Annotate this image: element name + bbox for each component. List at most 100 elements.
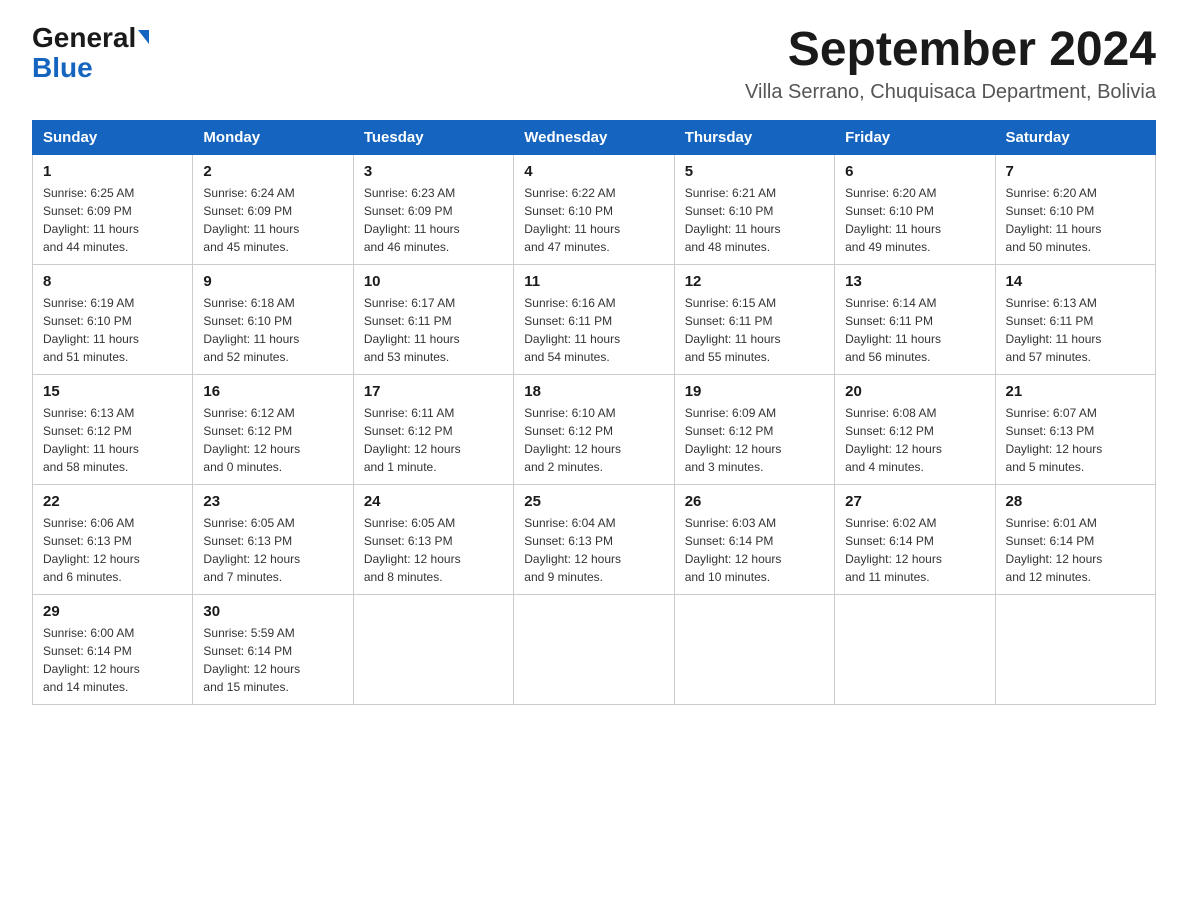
day-number: 14 xyxy=(1006,273,1145,290)
calendar-day-cell: 13 Sunrise: 6:14 AMSunset: 6:11 PMDayligh… xyxy=(835,264,995,374)
day-number: 8 xyxy=(43,273,182,290)
day-info: Sunrise: 6:08 AMSunset: 6:12 PMDaylight:… xyxy=(845,404,984,476)
day-info: Sunrise: 6:10 AMSunset: 6:12 PMDaylight:… xyxy=(524,404,663,476)
day-number: 4 xyxy=(524,163,663,180)
day-number: 10 xyxy=(364,273,503,290)
day-info: Sunrise: 6:13 AMSunset: 6:11 PMDaylight:… xyxy=(1006,294,1145,366)
calendar-week-row: 29 Sunrise: 6:00 AMSunset: 6:14 PMDayligh… xyxy=(33,594,1156,704)
day-number: 26 xyxy=(685,493,824,510)
calendar-day-cell: 5 Sunrise: 6:21 AMSunset: 6:10 PMDaylight… xyxy=(674,154,834,264)
day-info: Sunrise: 6:05 AMSunset: 6:13 PMDaylight:… xyxy=(203,514,342,586)
day-info: Sunrise: 6:22 AMSunset: 6:10 PMDaylight:… xyxy=(524,184,663,256)
calendar-header-row: Sunday Monday Tuesday Wednesday Thursday… xyxy=(33,120,1156,154)
calendar-day-cell: 4 Sunrise: 6:22 AMSunset: 6:10 PMDaylight… xyxy=(514,154,674,264)
day-info: Sunrise: 6:05 AMSunset: 6:13 PMDaylight:… xyxy=(364,514,503,586)
col-monday: Monday xyxy=(193,120,353,154)
calendar-day-cell xyxy=(674,594,834,704)
day-info: Sunrise: 6:01 AMSunset: 6:14 PMDaylight:… xyxy=(1006,514,1145,586)
calendar-day-cell: 11 Sunrise: 6:16 AMSunset: 6:11 PMDayligh… xyxy=(514,264,674,374)
day-info: Sunrise: 6:14 AMSunset: 6:11 PMDaylight:… xyxy=(845,294,984,366)
calendar-day-cell: 29 Sunrise: 6:00 AMSunset: 6:14 PMDayligh… xyxy=(33,594,193,704)
calendar-week-row: 1 Sunrise: 6:25 AMSunset: 6:09 PMDaylight… xyxy=(33,154,1156,264)
day-number: 1 xyxy=(43,163,182,180)
day-info: Sunrise: 6:11 AMSunset: 6:12 PMDaylight:… xyxy=(364,404,503,476)
calendar-week-row: 8 Sunrise: 6:19 AMSunset: 6:10 PMDaylight… xyxy=(33,264,1156,374)
day-number: 11 xyxy=(524,273,663,290)
day-number: 15 xyxy=(43,383,182,400)
calendar-week-row: 15 Sunrise: 6:13 AMSunset: 6:12 PMDayligh… xyxy=(33,374,1156,484)
calendar-table: Sunday Monday Tuesday Wednesday Thursday… xyxy=(32,120,1156,705)
calendar-day-cell: 23 Sunrise: 6:05 AMSunset: 6:13 PMDayligh… xyxy=(193,484,353,594)
logo-arrow-icon xyxy=(138,30,149,44)
logo-blue: Blue xyxy=(32,52,93,84)
calendar-day-cell xyxy=(995,594,1155,704)
col-sunday: Sunday xyxy=(33,120,193,154)
calendar-day-cell: 15 Sunrise: 6:13 AMSunset: 6:12 PMDayligh… xyxy=(33,374,193,484)
day-number: 18 xyxy=(524,383,663,400)
month-title: September 2024 xyxy=(745,24,1156,77)
logo: General Blue xyxy=(32,24,149,84)
day-number: 9 xyxy=(203,273,342,290)
day-number: 21 xyxy=(1006,383,1145,400)
day-info: Sunrise: 6:00 AMSunset: 6:14 PMDaylight:… xyxy=(43,624,182,696)
logo-general: General xyxy=(32,24,136,52)
day-info: Sunrise: 6:06 AMSunset: 6:13 PMDaylight:… xyxy=(43,514,182,586)
day-info: Sunrise: 6:12 AMSunset: 6:12 PMDaylight:… xyxy=(203,404,342,476)
day-info: Sunrise: 6:09 AMSunset: 6:12 PMDaylight:… xyxy=(685,404,824,476)
location-title: Villa Serrano, Chuquisaca Department, Bo… xyxy=(745,81,1156,104)
day-number: 23 xyxy=(203,493,342,510)
day-number: 12 xyxy=(685,273,824,290)
calendar-day-cell: 16 Sunrise: 6:12 AMSunset: 6:12 PMDayligh… xyxy=(193,374,353,484)
day-number: 19 xyxy=(685,383,824,400)
day-number: 29 xyxy=(43,603,182,620)
day-number: 22 xyxy=(43,493,182,510)
calendar-day-cell: 28Sunrise: 6:01 AMSunset: 6:14 PMDayligh… xyxy=(995,484,1155,594)
day-info: Sunrise: 6:02 AMSunset: 6:14 PMDaylight:… xyxy=(845,514,984,586)
calendar-day-cell: 9 Sunrise: 6:18 AMSunset: 6:10 PMDaylight… xyxy=(193,264,353,374)
calendar-day-cell: 22 Sunrise: 6:06 AMSunset: 6:13 PMDayligh… xyxy=(33,484,193,594)
calendar-day-cell: 24Sunrise: 6:05 AMSunset: 6:13 PMDayligh… xyxy=(353,484,513,594)
day-number: 20 xyxy=(845,383,984,400)
calendar-day-cell: 27 Sunrise: 6:02 AMSunset: 6:14 PMDayligh… xyxy=(835,484,995,594)
calendar-day-cell: 8 Sunrise: 6:19 AMSunset: 6:10 PMDaylight… xyxy=(33,264,193,374)
calendar-day-cell: 10 Sunrise: 6:17 AMSunset: 6:11 PMDayligh… xyxy=(353,264,513,374)
day-number: 5 xyxy=(685,163,824,180)
calendar-day-cell: 21 Sunrise: 6:07 AMSunset: 6:13 PMDayligh… xyxy=(995,374,1155,484)
day-number: 16 xyxy=(203,383,342,400)
day-number: 27 xyxy=(845,493,984,510)
day-info: Sunrise: 6:03 AMSunset: 6:14 PMDaylight:… xyxy=(685,514,824,586)
calendar-day-cell: 17 Sunrise: 6:11 AMSunset: 6:12 PMDayligh… xyxy=(353,374,513,484)
col-wednesday: Wednesday xyxy=(514,120,674,154)
calendar-day-cell: 2Sunrise: 6:24 AMSunset: 6:09 PMDaylight… xyxy=(193,154,353,264)
day-info: Sunrise: 6:21 AMSunset: 6:10 PMDaylight:… xyxy=(685,184,824,256)
calendar-day-cell: 6Sunrise: 6:20 AMSunset: 6:10 PMDaylight… xyxy=(835,154,995,264)
day-info: Sunrise: 6:04 AMSunset: 6:13 PMDaylight:… xyxy=(524,514,663,586)
day-info: Sunrise: 6:17 AMSunset: 6:11 PMDaylight:… xyxy=(364,294,503,366)
col-friday: Friday xyxy=(835,120,995,154)
calendar-day-cell: 1 Sunrise: 6:25 AMSunset: 6:09 PMDaylight… xyxy=(33,154,193,264)
calendar-day-cell: 26 Sunrise: 6:03 AMSunset: 6:14 PMDayligh… xyxy=(674,484,834,594)
title-section: September 2024 Villa Serrano, Chuquisaca… xyxy=(745,24,1156,104)
day-number: 7 xyxy=(1006,163,1145,180)
day-info: Sunrise: 6:13 AMSunset: 6:12 PMDaylight:… xyxy=(43,404,182,476)
page-header: General Blue September 2024 Villa Serran… xyxy=(32,24,1156,104)
day-info: Sunrise: 6:25 AMSunset: 6:09 PMDaylight:… xyxy=(43,184,182,256)
col-tuesday: Tuesday xyxy=(353,120,513,154)
col-saturday: Saturday xyxy=(995,120,1155,154)
day-info: Sunrise: 5:59 AMSunset: 6:14 PMDaylight:… xyxy=(203,624,342,696)
calendar-day-cell: 12Sunrise: 6:15 AMSunset: 6:11 PMDayligh… xyxy=(674,264,834,374)
calendar-day-cell: 30Sunrise: 5:59 AMSunset: 6:14 PMDayligh… xyxy=(193,594,353,704)
day-info: Sunrise: 6:24 AMSunset: 6:09 PMDaylight:… xyxy=(203,184,342,256)
calendar-day-cell: 25 Sunrise: 6:04 AMSunset: 6:13 PMDayligh… xyxy=(514,484,674,594)
day-number: 13 xyxy=(845,273,984,290)
calendar-day-cell: 14 Sunrise: 6:13 AMSunset: 6:11 PMDayligh… xyxy=(995,264,1155,374)
day-info: Sunrise: 6:18 AMSunset: 6:10 PMDaylight:… xyxy=(203,294,342,366)
day-number: 25 xyxy=(524,493,663,510)
day-number: 17 xyxy=(364,383,503,400)
day-info: Sunrise: 6:19 AMSunset: 6:10 PMDaylight:… xyxy=(43,294,182,366)
calendar-day-cell xyxy=(835,594,995,704)
day-info: Sunrise: 6:16 AMSunset: 6:11 PMDaylight:… xyxy=(524,294,663,366)
day-info: Sunrise: 6:07 AMSunset: 6:13 PMDaylight:… xyxy=(1006,404,1145,476)
col-thursday: Thursday xyxy=(674,120,834,154)
calendar-day-cell xyxy=(514,594,674,704)
